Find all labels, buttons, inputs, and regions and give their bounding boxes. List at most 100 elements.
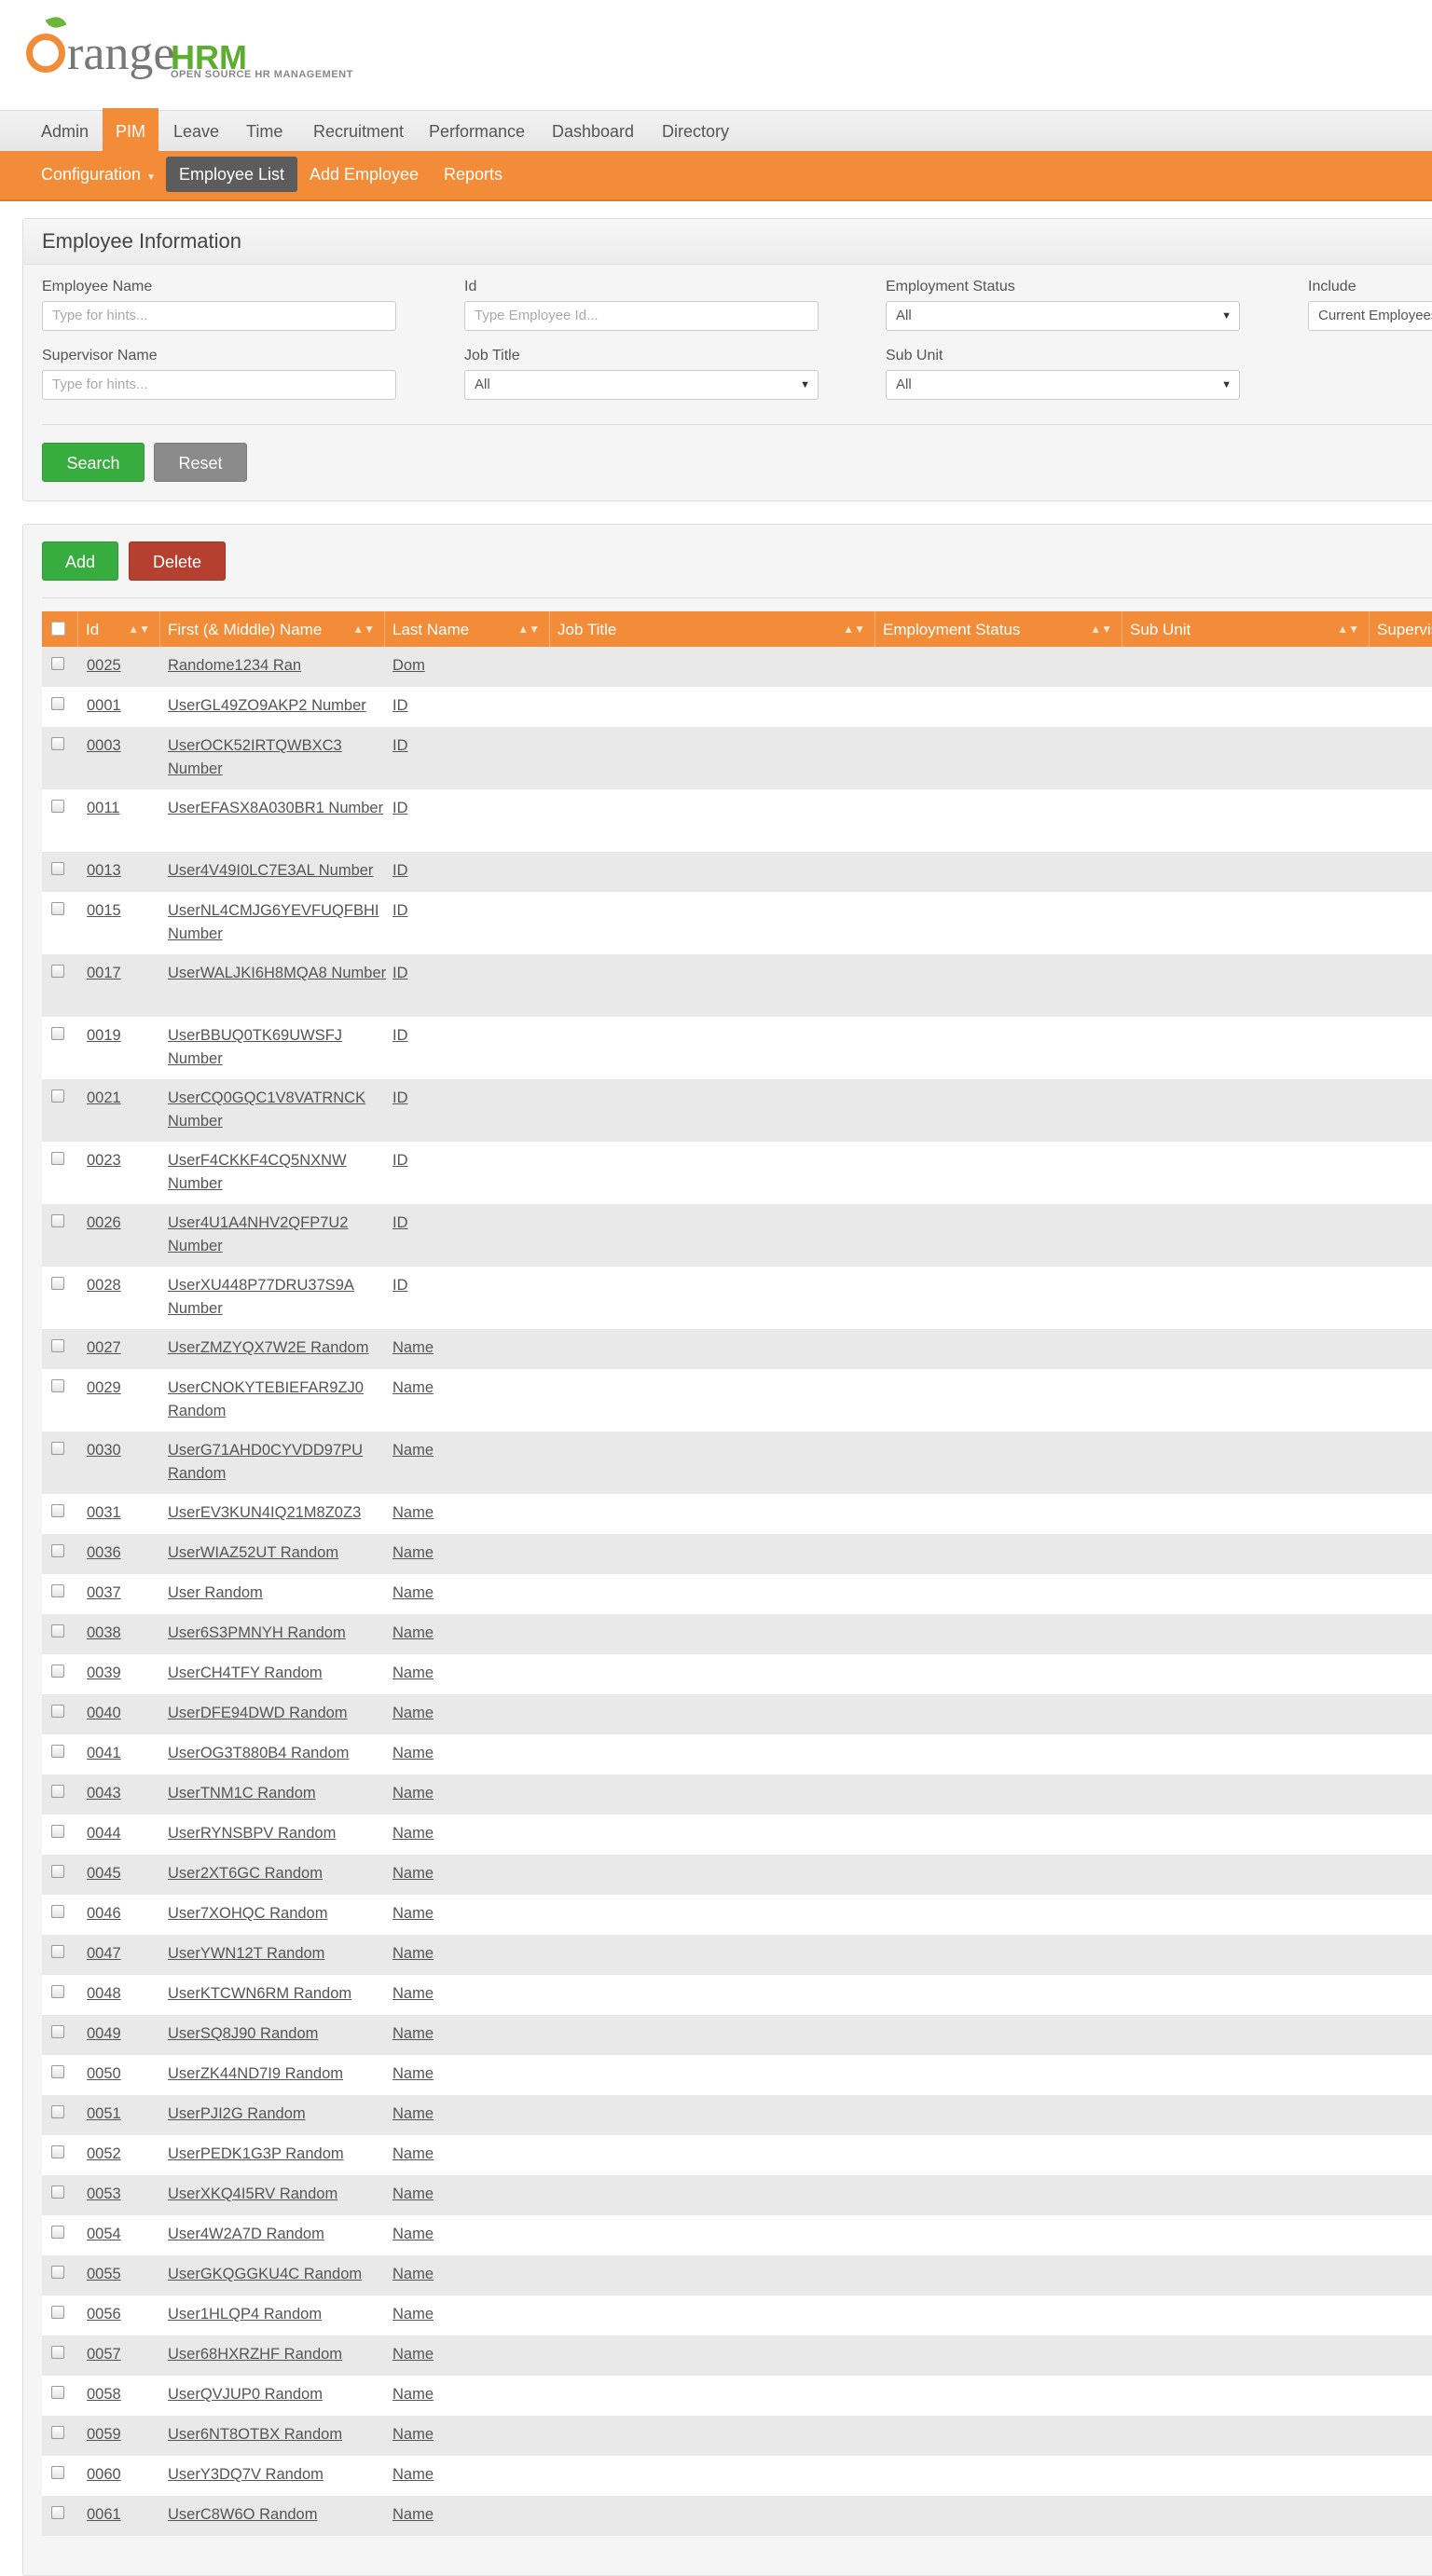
row-checkbox[interactable] [51, 2025, 64, 2038]
column-employment-status[interactable]: Employment Status ▲▼ [875, 611, 1122, 647]
menu-performance[interactable]: Performance [416, 111, 538, 152]
employee-first-name-link[interactable]: UserEFASX8A030BR1 Number [168, 797, 392, 820]
employee-last-name-link[interactable]: ID [392, 734, 408, 758]
employee-first-name-link[interactable]: UserCNOKYTEBIEFAR9ZJ0 Random [168, 1377, 392, 1423]
employee-last-name-link[interactable]: ID [392, 1149, 408, 1172]
employee-id-link[interactable]: 0059 [87, 2423, 121, 2446]
select-all-checkbox[interactable] [51, 622, 65, 636]
row-checkbox[interactable] [51, 1277, 64, 1290]
employee-id-link[interactable]: 0060 [87, 2463, 121, 2487]
menu-dashboard[interactable]: Dashboard [539, 111, 647, 152]
row-checkbox[interactable] [51, 862, 64, 875]
employee-last-name-link[interactable]: Name [392, 2263, 434, 2286]
employee-last-name-link[interactable]: Name [392, 2343, 434, 2366]
employee-id-link[interactable]: 0052 [87, 2143, 121, 2166]
menu-leave[interactable]: Leave [160, 111, 232, 152]
employee-last-name-link[interactable]: Name [392, 2503, 434, 2527]
employee-id-link[interactable]: 0013 [87, 859, 121, 883]
row-checkbox[interactable] [51, 1214, 64, 1227]
employee-last-name-link[interactable]: ID [392, 859, 408, 883]
employee-first-name-link[interactable]: User6NT8OTBX Random [168, 2423, 392, 2446]
employee-id-input[interactable]: Type Employee Id... [464, 301, 819, 331]
employee-last-name-link[interactable]: Name [392, 1742, 434, 1765]
row-checkbox[interactable] [51, 1865, 64, 1878]
menu-time[interactable]: Time [233, 111, 296, 152]
menu-recruitment[interactable]: Recruitment [300, 111, 417, 152]
employee-id-link[interactable]: 0057 [87, 2343, 121, 2366]
employee-last-name-link[interactable]: Name [392, 1541, 434, 1565]
employee-last-name-link[interactable]: ID [392, 1024, 408, 1048]
employee-first-name-link[interactable]: User7XOHQC Random [168, 1902, 392, 1925]
row-checkbox[interactable] [51, 2386, 64, 2399]
employee-id-link[interactable]: 0026 [87, 1212, 121, 1235]
column-id[interactable]: Id ▲▼ [78, 611, 160, 647]
row-checkbox[interactable] [51, 2306, 64, 2319]
row-checkbox[interactable] [51, 2105, 64, 2118]
employee-first-name-link[interactable]: User4W2A7D Random [168, 2223, 392, 2246]
employee-id-link[interactable]: 0051 [87, 2103, 121, 2126]
employee-last-name-link[interactable]: Name [392, 1377, 434, 1400]
employee-id-link[interactable]: 0058 [87, 2383, 121, 2406]
row-checkbox[interactable] [51, 1089, 64, 1103]
employee-last-name-link[interactable]: Name [392, 1439, 434, 1462]
employee-first-name-link[interactable]: User6S3PMNYH Random [168, 1622, 392, 1645]
employee-first-name-link[interactable]: UserGKQGGKU4C Random [168, 2263, 392, 2286]
row-checkbox[interactable] [51, 1152, 64, 1165]
employee-first-name-link[interactable]: UserGL49ZO9AKP2 Number [168, 694, 392, 718]
employee-first-name-link[interactable]: User68HXRZHF Random [168, 2343, 392, 2366]
row-checkbox[interactable] [51, 1825, 64, 1838]
employee-last-name-link[interactable]: ID [392, 1212, 408, 1235]
employee-id-link[interactable]: 0021 [87, 1087, 121, 1110]
employee-first-name-link[interactable]: UserWIAZ52UT Random [168, 1541, 392, 1565]
employee-id-link[interactable]: 0025 [87, 654, 121, 678]
row-checkbox[interactable] [51, 737, 64, 750]
employee-last-name-link[interactable]: Name [392, 1336, 434, 1360]
employee-id-link[interactable]: 0029 [87, 1377, 121, 1400]
row-checkbox[interactable] [51, 1379, 64, 1392]
employee-last-name-link[interactable]: Name [392, 1902, 434, 1925]
employee-first-name-link[interactable]: User2XT6GC Random [168, 1862, 392, 1885]
employee-first-name-link[interactable]: UserTNM1C Random [168, 1782, 392, 1805]
row-checkbox[interactable] [51, 2466, 64, 2479]
employee-last-name-link[interactable]: Name [392, 2022, 434, 2046]
employee-id-link[interactable]: 0028 [87, 1274, 121, 1297]
employee-first-name-link[interactable]: UserWALJKI6H8MQA8 Number [168, 962, 392, 985]
employee-first-name-link[interactable]: UserNL4CMJG6YEVFUQFBHI Number [168, 899, 392, 946]
employee-first-name-link[interactable]: UserQVJUP0 Random [168, 2383, 392, 2406]
submenu-employee-list[interactable]: Employee List [166, 157, 298, 192]
employee-last-name-link[interactable]: Dom [392, 654, 425, 678]
employee-first-name-link[interactable]: UserC8W6O Random [168, 2503, 392, 2527]
employee-first-name-link[interactable]: UserOG3T880B4 Random [168, 1742, 392, 1765]
add-button[interactable]: Add [42, 541, 118, 581]
employee-last-name-link[interactable]: Name [392, 1622, 434, 1645]
employee-last-name-link[interactable]: Name [392, 1822, 434, 1845]
employee-id-link[interactable]: 0046 [87, 1902, 121, 1925]
employee-first-name-link[interactable]: UserXKQ4I5RV Random [168, 2183, 392, 2206]
row-checkbox[interactable] [51, 1785, 64, 1798]
employee-last-name-link[interactable]: Name [392, 2383, 434, 2406]
employee-first-name-link[interactable]: UserEV3KUN4IQ21M8Z0Z3 [168, 1501, 392, 1525]
delete-button[interactable]: Delete [129, 541, 226, 581]
employee-id-link[interactable]: 0027 [87, 1336, 121, 1360]
menu-pim[interactable]: PIM [103, 108, 159, 152]
row-checkbox[interactable] [51, 1339, 64, 1352]
employee-id-link[interactable]: 0047 [87, 1942, 121, 1966]
employee-last-name-link[interactable]: Name [392, 1662, 434, 1685]
employee-name-input[interactable]: Type for hints... [42, 301, 396, 331]
employee-last-name-link[interactable]: Name [392, 1702, 434, 1725]
employee-last-name-link[interactable]: ID [392, 694, 408, 718]
row-checkbox[interactable] [51, 1905, 64, 1918]
row-checkbox[interactable] [51, 2065, 64, 2078]
include-select[interactable]: Current Employees Only [1308, 301, 1432, 331]
submenu-reports[interactable]: Reports [431, 157, 516, 192]
employee-id-link[interactable]: 0001 [87, 694, 121, 718]
employee-last-name-link[interactable]: ID [392, 962, 408, 985]
employee-id-link[interactable]: 0056 [87, 2303, 121, 2326]
employee-first-name-link[interactable]: UserF4CKKF4CQ5NXNW Number [168, 1149, 392, 1196]
row-checkbox[interactable] [51, 2226, 64, 2239]
employee-first-name-link[interactable]: User4V49I0LC7E3AL Number [168, 859, 392, 883]
employee-last-name-link[interactable]: Name [392, 1862, 434, 1885]
employee-first-name-link[interactable]: UserXU448P77DRU37S9A Number [168, 1274, 392, 1321]
column-sub-unit[interactable]: Sub Unit ▲▼ [1122, 611, 1370, 647]
employee-id-link[interactable]: 0049 [87, 2022, 121, 2046]
